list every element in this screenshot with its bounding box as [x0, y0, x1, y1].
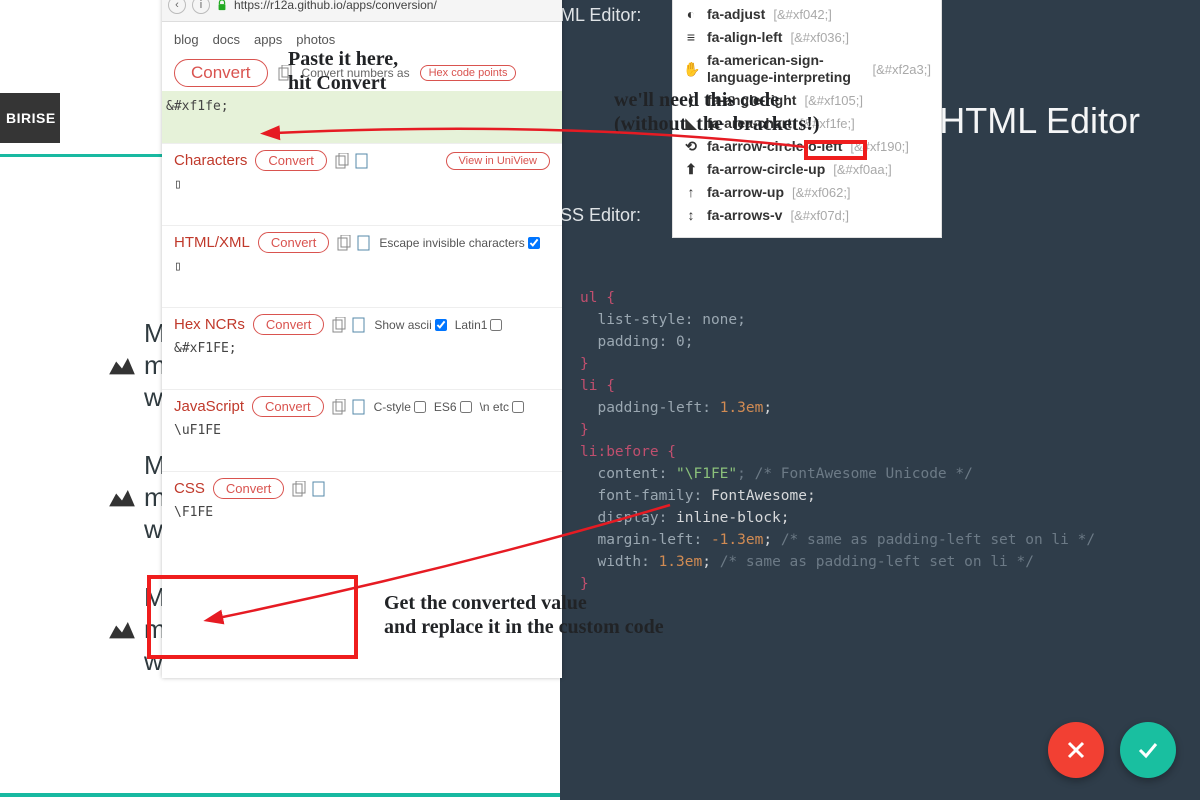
arrow-up-icon: ↑ — [683, 184, 699, 201]
list-item[interactable]: ✋fa-american-sign-language-interpreting[… — [683, 49, 931, 89]
list-item[interactable]: ≡fa-align-left[&#xf036;] — [683, 26, 931, 49]
copy-icon[interactable] — [332, 399, 366, 415]
list-item[interactable]: ◐fa-adjust[&#xf042;] — [683, 3, 931, 26]
back-icon[interactable]: ‹ — [168, 0, 186, 14]
copy-icon[interactable] — [337, 235, 371, 251]
url-bar: ‹ i — [162, 0, 562, 22]
show-ascii-checkbox[interactable] — [435, 319, 447, 331]
htmlxml-value[interactable]: ▯ — [174, 257, 550, 303]
nav-apps[interactable]: apps — [254, 32, 282, 47]
hex-code-points-button[interactable]: Hex code points — [420, 65, 517, 81]
editor-title: HTML Editor — [939, 100, 1140, 142]
arrow-get-value — [210, 450, 680, 630]
escape-invisible-checkbox[interactable] — [528, 237, 540, 249]
arrow-paste — [265, 125, 825, 165]
brand-label: BIRISE — [0, 93, 60, 143]
es6-checkbox[interactable] — [460, 401, 472, 413]
htmlxml-title: HTML/XML — [174, 234, 250, 251]
cstyle-checkbox[interactable] — [414, 401, 426, 413]
hex-value[interactable]: &#xF1FE; — [174, 339, 550, 385]
input-value[interactable]: &#xf1fe; — [162, 97, 562, 119]
characters-value[interactable]: ▯ — [174, 175, 550, 221]
css-title: CSS — [174, 480, 205, 497]
newline-checkbox[interactable] — [512, 401, 524, 413]
convert-button[interactable]: Convert — [174, 59, 268, 87]
confirm-button[interactable] — [1120, 722, 1176, 778]
css-editor-label: SS Editor: — [560, 205, 641, 226]
list-item[interactable]: ↑fa-arrow-up[&#xf062;] — [683, 181, 931, 204]
htmlxml-convert-button[interactable]: Convert — [258, 232, 330, 253]
url-input[interactable] — [234, 0, 556, 12]
js-title: JavaScript — [174, 398, 244, 415]
info-icon[interactable]: i — [192, 0, 210, 14]
nav-blog[interactable]: blog — [174, 32, 199, 47]
annotation-paste: Paste it here, hit Convert — [288, 47, 398, 95]
js-convert-button[interactable]: Convert — [252, 396, 324, 417]
divider-bottom — [0, 793, 560, 797]
copy-icon[interactable] — [332, 317, 366, 333]
arrows-v-icon: ↕ — [683, 207, 699, 224]
latin1-checkbox[interactable] — [490, 319, 502, 331]
hex-title: Hex NCRs — [174, 316, 245, 333]
lock-icon — [216, 0, 228, 11]
html-editor-label: ML Editor: — [560, 5, 641, 26]
cancel-button[interactable] — [1048, 722, 1104, 778]
align-left-icon: ≡ — [683, 29, 699, 46]
nav-photos[interactable]: photos — [296, 32, 335, 47]
characters-title: Characters — [174, 152, 247, 169]
nav-docs[interactable]: docs — [213, 32, 240, 47]
hex-convert-button[interactable]: Convert — [253, 314, 325, 335]
asl-icon: ✋ — [683, 61, 699, 78]
list-item[interactable]: ↕fa-arrows-v[&#xf07d;] — [683, 204, 931, 227]
adjust-icon: ◐ — [683, 6, 699, 23]
